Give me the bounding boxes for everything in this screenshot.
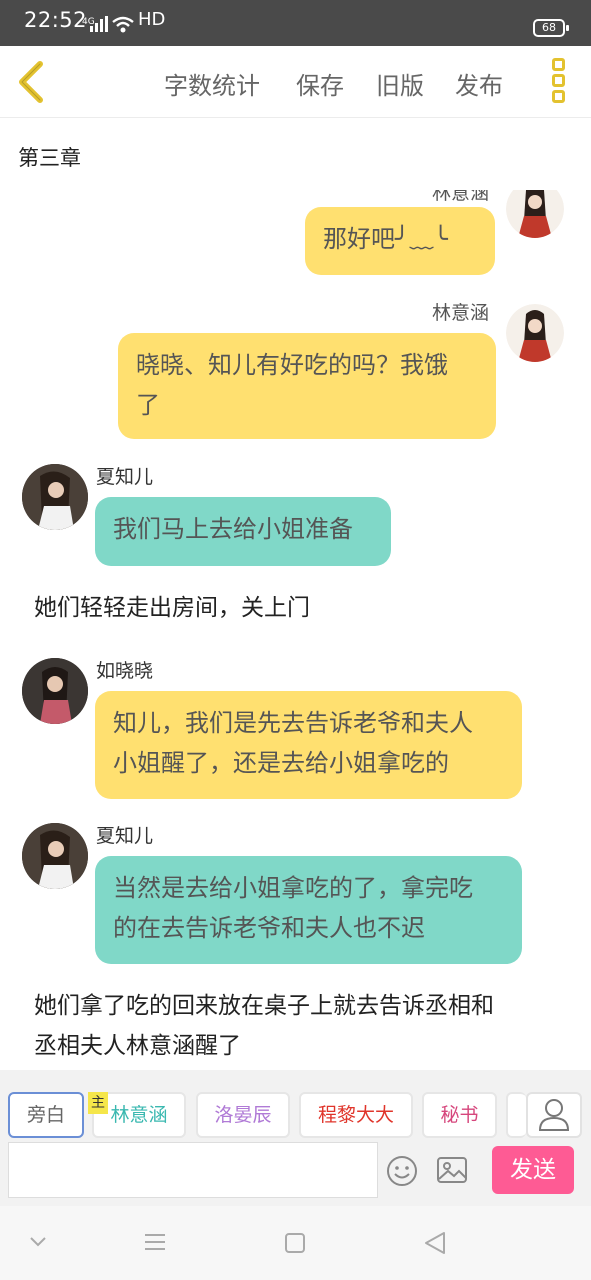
back-icon[interactable] [14,60,48,104]
role-label: 林意涵 [110,1104,168,1126]
nav-menu-icon[interactable] [144,1233,166,1251]
chat-area[interactable]: 林意涵 那好吧╯﹏╰ 林意涵 晓晓、知儿有好吃的吗？我饿 了 夏知儿 我们马上去… [0,190,591,1070]
narration-text[interactable]: 她们轻轻走出房间，关上门 [34,588,310,628]
role-narrator[interactable]: 旁白 [8,1092,84,1138]
main-character-badge: 主 [88,1092,108,1114]
status-bar: 22:52 4G HD 68 [0,0,591,46]
narration-line: 丞相夫人林意涵醒了 [34,1033,241,1059]
battery-level: 68 [542,21,556,34]
person-icon [538,1099,570,1131]
chapter-header: 第三章 [0,118,591,190]
role-partial[interactable] [506,1092,526,1138]
more-icon[interactable] [549,58,567,108]
message-text: 那好吧╯﹏╰ [323,225,448,253]
avatar[interactable] [22,464,88,530]
nav-down-icon[interactable] [28,1236,48,1248]
role-label: 秘书 [440,1104,479,1126]
save-button[interactable]: 保存 [296,66,344,101]
message-text-line: 晓晓、知儿有好吃的吗？我饿 [136,351,448,379]
message-text-line: 的在去告诉老爷和夫人也不迟 [113,914,425,942]
message-input[interactable] [8,1142,378,1198]
old-version-button[interactable]: 旧版 [376,66,424,101]
speaker-name: 林意涵 [432,302,490,324]
message-text: 我们马上去给小姐准备 [113,515,353,543]
message-bubble[interactable]: 我们马上去给小姐准备 [95,497,391,566]
speaker-name: 如晓晓 [96,660,154,682]
role-label: 程黎大大 [317,1104,394,1126]
avatar[interactable] [22,823,88,889]
character-manage-button[interactable] [526,1092,582,1138]
nav-back-icon[interactable] [424,1231,446,1255]
role-luo-yanchen[interactable]: 洛晏辰 [196,1092,290,1138]
image-icon[interactable] [436,1155,468,1185]
role-label: 洛晏辰 [214,1104,272,1126]
message-text-line: 知儿，我们是先去告诉老爷和夫人 [113,709,473,737]
avatar[interactable] [22,658,88,724]
message-bubble[interactable]: 晓晓、知儿有好吃的吗？我饿 了 [118,333,496,439]
battery-icon: 68 [533,19,569,37]
message-bubble[interactable]: 当然是去给小姐拿吃的了，拿完吃 的在去告诉老爷和夫人也不迟 [95,856,522,964]
status-time: 22:52 [24,8,88,32]
role-label: 旁白 [26,1104,65,1126]
system-nav-bar [0,1206,591,1280]
message-text-line: 小姐醒了，还是去给小姐拿吃的 [113,749,449,777]
nav-home-icon[interactable] [285,1233,305,1253]
hd-indicator: HD [138,9,166,30]
speaker-name: 林意涵 [432,190,490,204]
narration-text[interactable]: 她们拿了吃的回来放在桌子上就去告诉丞相和 丞相夫人林意涵醒了 [34,986,494,1066]
speaker-name: 夏知儿 [96,466,154,488]
message-text-line: 当然是去给小姐拿吃的了，拿完吃 [113,874,473,902]
message-text-line: 了 [136,391,160,419]
speaker-name: 夏知儿 [96,825,154,847]
emoji-icon[interactable] [386,1155,418,1187]
send-button[interactable]: 发送 [492,1146,574,1194]
avatar[interactable] [506,190,564,238]
signal-icon [90,16,108,32]
avatar[interactable] [506,304,564,362]
wifi-icon [112,16,134,33]
narration-line: 她们拿了吃的回来放在桌子上就去告诉丞相和 [34,993,494,1019]
role-cheng-li[interactable]: 程黎大大 [299,1092,413,1138]
composer-panel: 旁白 林意涵 主 洛晏辰 程黎大大 秘书 发送 [0,1070,591,1206]
publish-button[interactable]: 发布 [455,66,503,101]
role-secretary[interactable]: 秘书 [422,1092,497,1138]
chapter-title[interactable]: 第三章 [18,142,81,172]
message-bubble[interactable]: 那好吧╯﹏╰ [305,207,495,275]
message-bubble[interactable]: 知儿，我们是先去告诉老爷和夫人 小姐醒了，还是去给小姐拿吃的 [95,691,522,799]
editor-toolbar: 字数统计 保存 旧版 发布 [0,46,591,118]
word-count-button[interactable]: 字数统计 [164,66,260,101]
